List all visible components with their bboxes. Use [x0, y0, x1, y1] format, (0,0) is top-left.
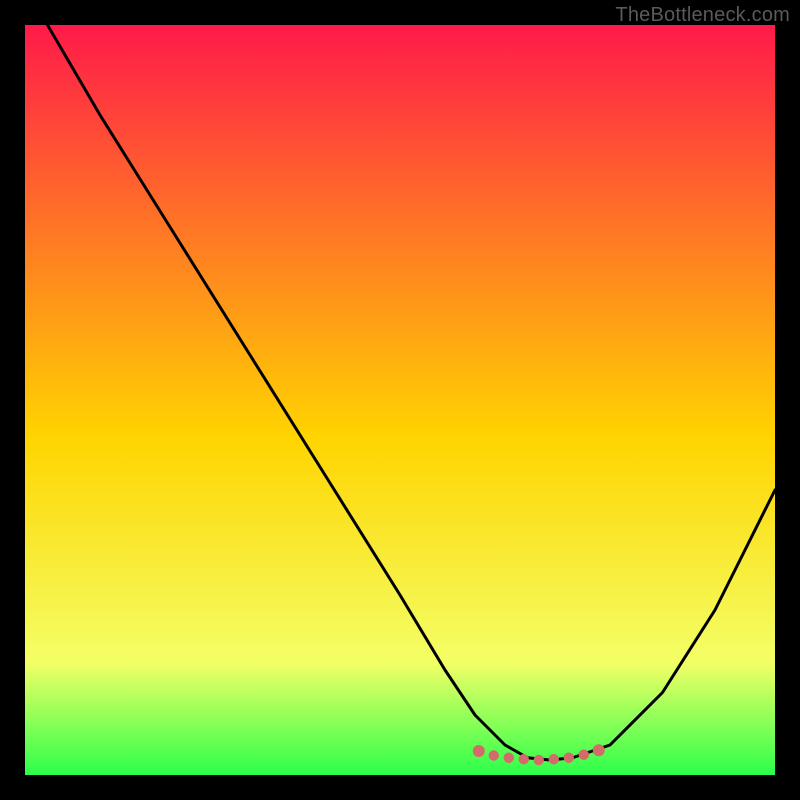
optimal-point: [504, 753, 514, 763]
optimal-point: [489, 750, 499, 760]
optimal-point: [579, 750, 589, 760]
optimal-point: [549, 754, 559, 764]
optimal-point: [473, 745, 485, 757]
plot-area: [25, 25, 775, 775]
optimal-point: [534, 755, 544, 765]
watermark-text: TheBottleneck.com: [615, 4, 790, 27]
optimal-point: [593, 744, 605, 756]
chart-svg: [25, 25, 775, 775]
optimal-point: [519, 754, 529, 764]
optimal-point: [564, 753, 574, 763]
chart-container: TheBottleneck.com: [0, 0, 800, 800]
gradient-background: [25, 25, 775, 775]
